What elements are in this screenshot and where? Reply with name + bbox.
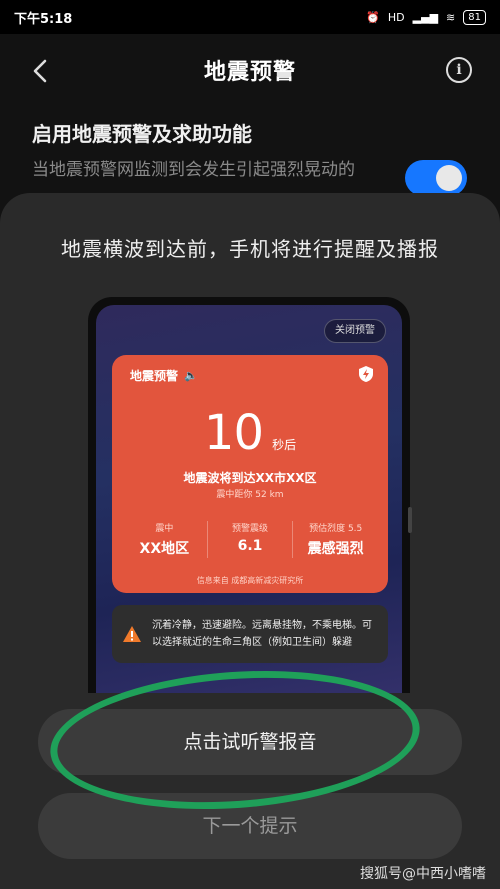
status-icons: ⏰ HD ▂▄▆ ≋ 81: [366, 9, 486, 25]
info-source: 信息来自 成都高新减灾研究所: [196, 576, 304, 585]
app-header: 地震预警 i: [0, 34, 500, 106]
arrival-text: 地震波将到达XX市XX区: [183, 471, 317, 485]
countdown: 10 秒后: [112, 405, 388, 461]
toggle-knob: [436, 165, 462, 191]
countdown-value: 10: [203, 405, 264, 461]
alert-card: 地震预警 🔈 10 秒后 地震波将到达XX市XX区 震中距你 52 km 震中: [112, 355, 388, 593]
card-header: 地震预警 🔈: [130, 366, 374, 384]
watermark: 搜狐号@中西小嗜嗜: [360, 866, 486, 882]
stat-value: 6.1: [237, 538, 263, 554]
status-bar: 下午5:18 ⏰ HD ▂▄▆ ≋ 81: [0, 0, 500, 34]
wifi-icon: ≋: [446, 10, 456, 24]
card-title: 地震预警: [130, 369, 179, 383]
warning-icon: [123, 626, 141, 642]
stat-label: 震中: [155, 524, 174, 534]
network-label: HD: [387, 10, 405, 24]
sheet-heading: 地震横波到达前，手机将进行提醒及播报: [61, 237, 439, 261]
signal-icon: ▂▄▆: [412, 10, 439, 24]
countdown-unit: 秒后: [272, 438, 297, 452]
back-arrow-icon[interactable]: [28, 58, 54, 84]
safety-tip: 沉着冷静，迅速避险。远离悬挂物，不乘电梯。可以选择就近的生命三角区（例如卫生间）…: [112, 605, 388, 663]
close-alert-button: 关闭预警: [324, 319, 386, 343]
alarm-icon: ⏰: [366, 10, 380, 24]
stat-label: 预估烈度 5.5: [309, 524, 363, 534]
tip-text: 沉着冷静，迅速避险。远离悬挂物，不乘电梯。可以选择就近的生命三角区（例如卫生间）…: [152, 620, 372, 648]
stat-magnitude: 预警震级 6.1: [208, 521, 294, 558]
phone-preview: 关闭预警 地震预警 🔈 10 秒后 地震波将到达XX市XX区 震中距你 52 k…: [88, 297, 410, 693]
info-icon[interactable]: i: [446, 57, 472, 83]
battery-icon: 81: [463, 9, 486, 25]
setting-title: 启用地震预警及求助功能: [32, 122, 252, 146]
distance-text: 震中距你 52 km: [216, 490, 284, 500]
stat-epicenter: 震中 XX地区: [122, 521, 208, 558]
phone-screen: 关闭预警 地震预警 🔈 10 秒后 地震波将到达XX市XX区 震中距你 52 k…: [96, 305, 402, 693]
status-time: 下午5:18: [14, 11, 73, 27]
stat-value: 震感强烈: [307, 541, 364, 557]
enable-alert-toggle[interactable]: [405, 160, 467, 196]
phone-side-button: [408, 507, 412, 533]
shield-icon: [359, 366, 373, 382]
stat-label: 预警震级: [232, 524, 269, 534]
speaker-icon: 🔈: [184, 369, 198, 382]
stat-intensity: 预估烈度 5.5 震感强烈: [293, 521, 378, 558]
stat-value: XX地区: [139, 541, 190, 557]
quake-stats: 震中 XX地区 预警震级 6.1 预估烈度 5.5 震感强烈: [122, 521, 378, 558]
page-title: 地震预警: [203, 60, 296, 85]
